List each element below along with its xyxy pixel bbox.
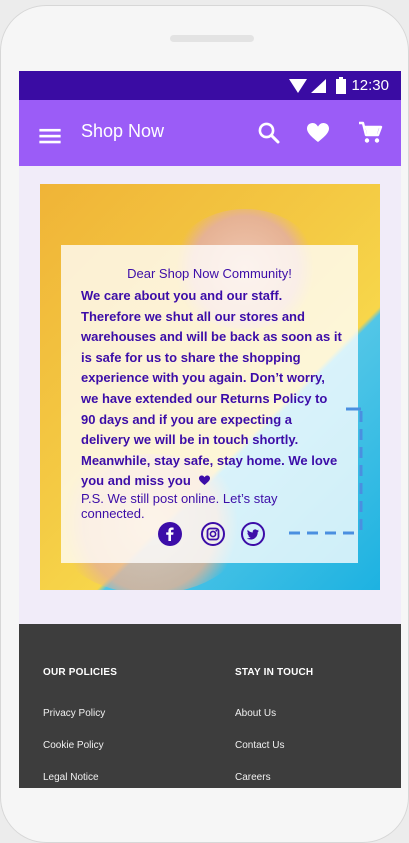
footer-heading-stay-in-touch: STAY IN TOUCH <box>235 667 314 678</box>
footer-link-cookie-policy[interactable]: Cookie Policy <box>43 740 104 751</box>
wifi-icon <box>289 79 307 93</box>
status-time: 12:30 <box>351 77 389 94</box>
footer-heading-policies: OUR POLICIES <box>43 667 118 678</box>
guide-dashes <box>289 407 363 535</box>
menu-icon[interactable] <box>37 123 63 149</box>
cart-icon[interactable] <box>357 120 383 146</box>
footer-link-careers[interactable]: Careers <box>235 772 271 783</box>
message-greeting: Dear Shop Now Community! <box>127 266 292 281</box>
facebook-icon[interactable] <box>158 522 182 546</box>
signal-icon <box>311 79 326 93</box>
search-icon[interactable] <box>256 120 282 146</box>
app-bar: Shop Now <box>19 100 401 166</box>
battery-icon <box>336 77 346 94</box>
footer-link-privacy-policy[interactable]: Privacy Policy <box>43 708 105 719</box>
twitter-icon[interactable] <box>241 522 265 546</box>
footer-link-legal-notice[interactable]: Legal Notice <box>43 772 99 783</box>
footer-link-contact-us[interactable]: Contact Us <box>235 740 284 751</box>
heart-icon <box>199 475 211 486</box>
heart-icon[interactable] <box>305 120 331 146</box>
app-title: Shop Now <box>81 121 165 141</box>
status-bar: 12:30 <box>19 71 401 100</box>
footer: OUR POLICIES Privacy Policy Cookie Polic… <box>19 624 401 788</box>
phone-speaker <box>170 35 254 42</box>
footer-link-about-us[interactable]: About Us <box>235 708 276 719</box>
instagram-icon[interactable] <box>201 522 225 546</box>
